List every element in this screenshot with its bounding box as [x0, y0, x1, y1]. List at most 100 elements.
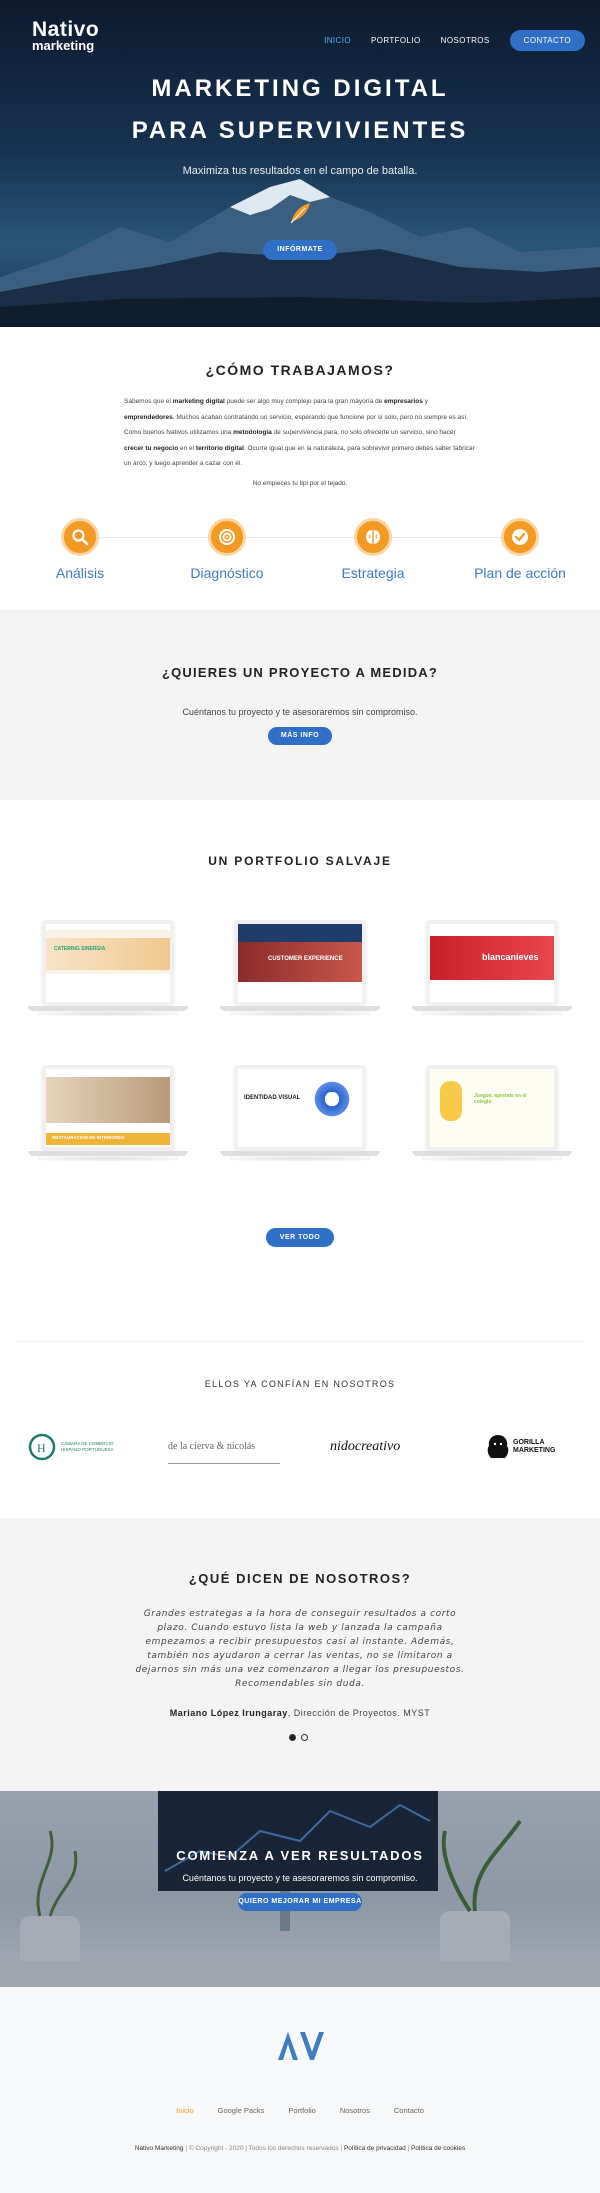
work-text: de supervivencia para, no solo ofrecerte…	[271, 429, 456, 436]
hero-subtitle: Maximiza tus resultados en el campo de b…	[182, 165, 418, 177]
work-text: Sabemos que el	[124, 398, 173, 405]
informate-button[interactable]: INFÓRMATE	[263, 240, 337, 260]
laptop-screen: IDENTIDAD VISUAL	[234, 1065, 366, 1151]
client-name: GORILLA MARKETING	[513, 1439, 556, 1454]
check-badge-icon	[501, 518, 539, 556]
client-logo-nido: nidocreativo	[330, 1430, 422, 1464]
results-subtitle: Cuéntanos tu proyecto y te asesoraremos …	[182, 1873, 418, 1883]
step-label: Estrategia	[341, 565, 405, 581]
section-title: UN PORTFOLIO SALVAJE	[208, 854, 392, 868]
gorilla-icon	[487, 1435, 509, 1458]
custom-project-section: ¿QUIERES UN PROYECTO A MEDIDA? Cuéntanos…	[0, 610, 600, 800]
portfolio-item-caption: RESTAURACIÓN DE INTERIORES	[52, 1135, 125, 1140]
laptop-shadow	[38, 1011, 178, 1016]
section-title: COMIENZA A VER RESULTADOS	[176, 1848, 424, 1863]
section-title: ELLOS YA CONFÍAN EN NOSOTROS	[204, 1379, 396, 1389]
laptop-screen: RESTAURACIÓN DE INTERIORES	[42, 1065, 174, 1151]
nav-nosotros[interactable]: NOSOTROS	[441, 36, 490, 45]
work-text: y	[422, 398, 428, 405]
section-divider	[15, 1341, 585, 1342]
step-diagnostico[interactable]: Diagnóstico	[162, 518, 292, 581]
mejorar-empresa-button[interactable]: QUIERO MEJORAR MI EMPRESA	[238, 1893, 362, 1911]
section-title: ¿QUÉ DICEN DE NOSOTROS?	[188, 1571, 412, 1586]
laptop-shadow	[422, 1011, 562, 1016]
feather-icon	[290, 203, 310, 224]
privacy-link[interactable]: Política de privacidad	[344, 2145, 406, 2152]
footer-link-nosotros[interactable]: Nosotros	[340, 2106, 370, 2115]
logo-line-1: Nativo	[32, 18, 100, 41]
footer-nav: Inicio Google Packs Portfolio Nosotros C…	[0, 2106, 600, 2115]
client-logo-cierva: de la cierva & nicolás	[168, 1430, 280, 1464]
portfolio-item[interactable]: CUSTOMER EXPERIENCE	[220, 920, 380, 1016]
ver-todo-button[interactable]: VER TODO	[266, 1228, 334, 1247]
footer-link-google-packs[interactable]: Google Packs	[218, 2106, 265, 2115]
client-name: nidocreativo	[330, 1439, 401, 1454]
how-we-work-section: ¿CÓMO TRABAJAMOS? Sabemos que el marketi…	[0, 327, 600, 610]
footer-brand: Nativo Marketing	[134, 2145, 184, 2152]
client-name: CÁMARA DE COMERCIO HISPANO PORTUGUESA	[61, 1441, 114, 1452]
portfolio-item[interactable]: Juegos, aprende en el colegio	[412, 1065, 572, 1161]
work-bold: marketing digital	[172, 398, 225, 405]
step-estrategia[interactable]: Estrategia	[308, 518, 438, 581]
cookies-link[interactable]: Política de cookies	[411, 2145, 465, 2152]
work-text: en el	[178, 444, 196, 452]
portfolio-graphic	[312, 1079, 352, 1119]
work-bold: crecer tu negocio	[124, 444, 179, 452]
testimonial-quote: Grandes estrategas a la hora de consegui…	[135, 1609, 465, 1689]
portfolio-graphic	[440, 1081, 462, 1121]
carousel-dot-1[interactable]	[289, 1734, 296, 1741]
results-overlay	[0, 1791, 600, 1987]
testimonials-section: ¿QUÉ DICEN DE NOSOTROS? Grandes estrateg…	[0, 1518, 600, 1791]
carousel-dot-2[interactable]	[301, 1734, 308, 1741]
step-analisis[interactable]: Análisis	[15, 518, 145, 581]
work-bold: emprendedores	[124, 413, 173, 421]
laptop-shadow	[230, 1156, 370, 1161]
contact-button[interactable]: CONTACTO	[509, 30, 585, 51]
portfolio-item[interactable]: blancanieves	[412, 920, 572, 1016]
clients-section: ELLOS YA CONFÍAN EN NOSOTROS H CÁMARA DE…	[0, 1350, 600, 1518]
step-label: Plan de acción	[474, 565, 566, 581]
copyright-text: | © Copyright - 2020 | Todos los derecho…	[183, 2145, 344, 2152]
work-text: puede ser algo muy complejo para la gran…	[224, 398, 385, 405]
work-bold: territorio digital	[195, 444, 244, 452]
portfolio-item[interactable]: RESTAURACIÓN DE INTERIORES	[28, 1065, 188, 1161]
footer-link-portfolio[interactable]: Portfolio	[288, 2106, 316, 2115]
nav-portfolio[interactable]: PORTFOLIO	[371, 36, 421, 45]
main-nav: INICIO PORTFOLIO NOSOTROS CONTACTO	[324, 30, 585, 51]
hero-title: MARKETING DIGITAL PARA SUPERVIVIENTES	[0, 68, 600, 152]
step-label: Análisis	[55, 565, 105, 581]
portfolio-item-caption: blancanieves	[482, 952, 539, 962]
step-label: Diagnóstico	[190, 565, 264, 581]
testimonial-author: Mariano López Irungaray, Dirección de Pr…	[0, 1708, 600, 1718]
magnifier-icon	[61, 518, 99, 556]
laptop-shadow	[38, 1156, 178, 1161]
brain-icon	[354, 518, 392, 556]
portfolio-item[interactable]: CATERING SINERGIA	[28, 920, 188, 1016]
laptop-screen: CATERING SINERGIA	[42, 920, 174, 1006]
hero-section: Nativo marketing INICIO PORTFOLIO NOSOTR…	[0, 0, 600, 327]
laptop-screen: blancanieves	[426, 920, 558, 1006]
site-logo[interactable]: Nativo marketing	[32, 18, 100, 53]
project-subtitle: Cuéntanos tu proyecto y te asesoraremos …	[182, 707, 418, 717]
laptop-shadow	[422, 1156, 562, 1161]
steps-connector	[80, 537, 520, 538]
nav-inicio[interactable]: INICIO	[324, 36, 351, 45]
client-name: de la cierva & nicolás	[168, 1441, 256, 1452]
laptop-shadow	[230, 1011, 370, 1016]
site-header: Nativo marketing INICIO PORTFOLIO NOSOTR…	[0, 18, 600, 62]
footer-link-inicio[interactable]: Inicio	[176, 2106, 194, 2115]
work-bold: empresarios	[384, 398, 423, 405]
portfolio-item[interactable]: IDENTIDAD VISUAL	[220, 1065, 380, 1161]
hero-title-line-1: MARKETING DIGITAL	[151, 75, 449, 102]
work-tagline: No empieces tu tipi por el tejado.	[252, 480, 348, 487]
step-plan-de-accion[interactable]: Plan de acción	[455, 518, 585, 581]
av-logo-mark	[278, 2032, 324, 2060]
camara-emblem-icon: H	[28, 1433, 56, 1461]
mas-info-button[interactable]: MÁS INFO	[268, 727, 332, 745]
client-logo-camara: H CÁMARA DE COMERCIO HISPANO PORTUGUESA	[28, 1430, 120, 1464]
logo-line-2: marketing	[32, 38, 95, 53]
footer-link-contacto[interactable]: Contacto	[394, 2106, 424, 2115]
section-title: ¿QUIERES UN PROYECTO A MEDIDA?	[161, 665, 439, 680]
section-title: ¿CÓMO TRABAJAMOS?	[205, 362, 395, 378]
carousel-dots	[289, 1734, 308, 1741]
